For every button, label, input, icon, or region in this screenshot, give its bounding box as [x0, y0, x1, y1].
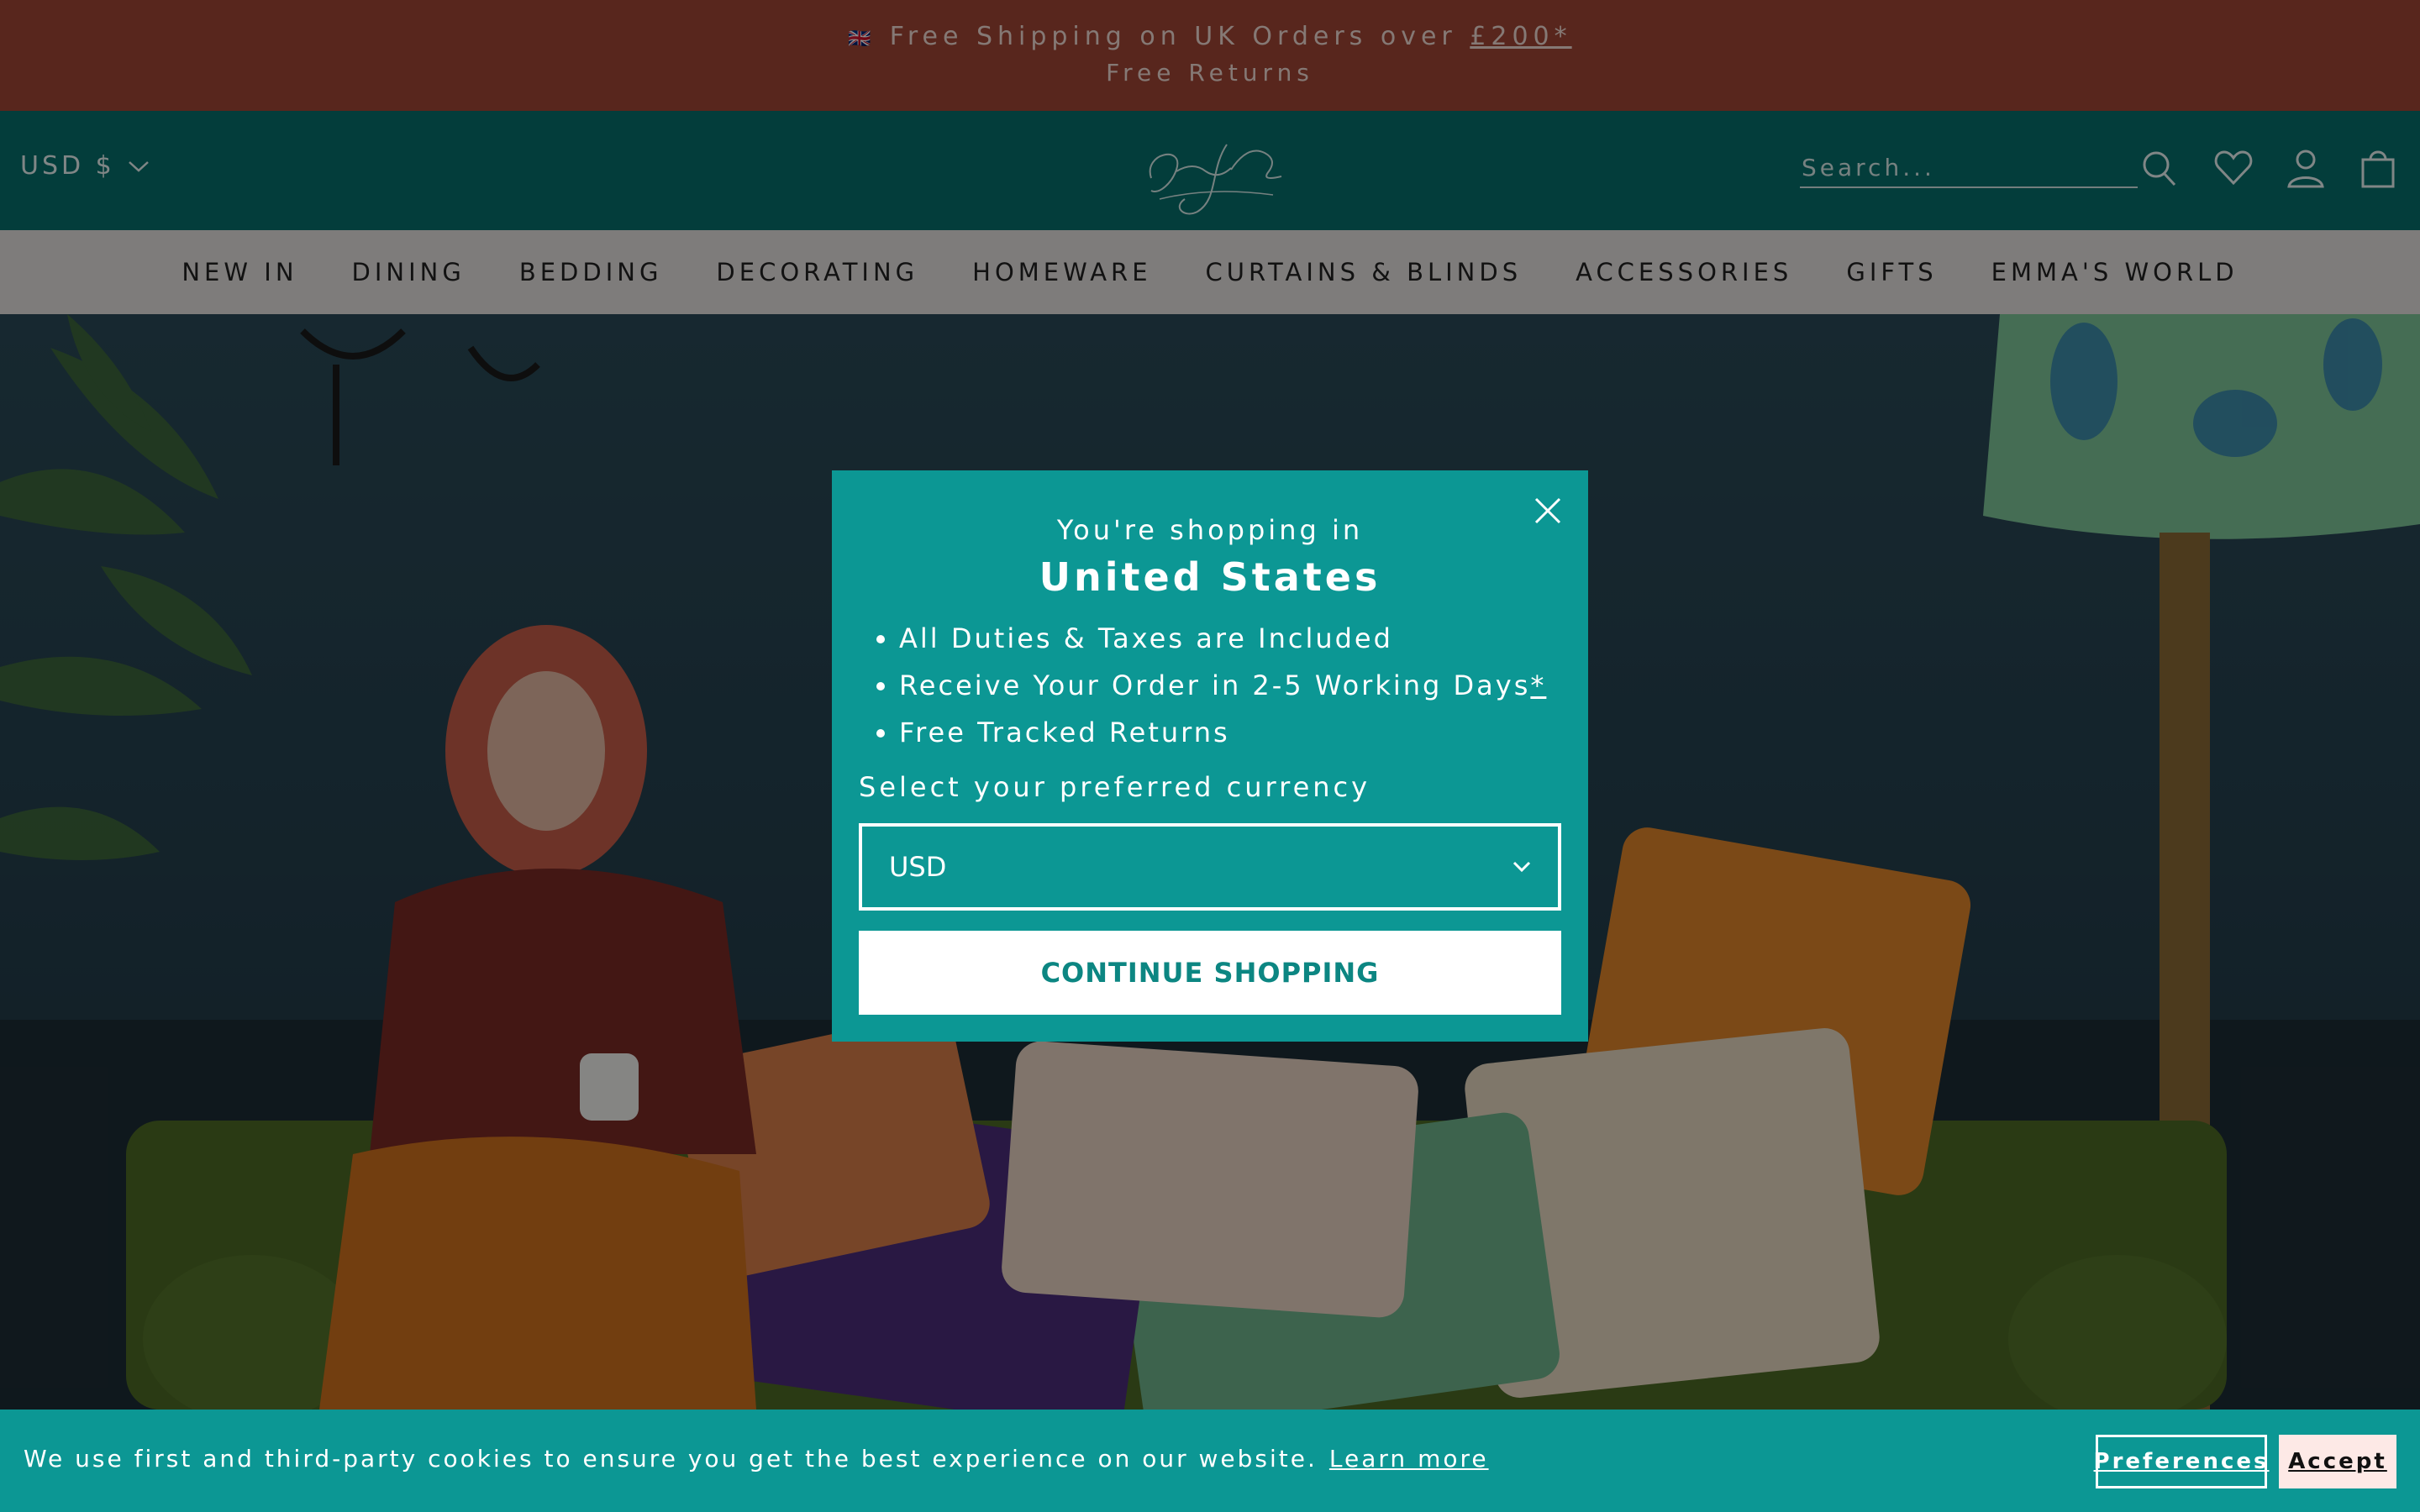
continue-shopping-button[interactable]: CONTINUE SHOPPING [859, 931, 1561, 1015]
cookie-preferences-button[interactable]: Preferences [2094, 1435, 2267, 1488]
cookie-message: We use first and third-party cookies to … [24, 1445, 1489, 1473]
chevron-down-icon [1512, 861, 1531, 873]
currency-prompt: Select your preferred currency [859, 771, 1371, 803]
delivery-footnote-link[interactable]: * [1530, 669, 1546, 701]
benefits-list: All Duties & Taxes are Included Receive … [865, 615, 1546, 756]
cookie-banner: We use first and third-party cookies to … [0, 1410, 2420, 1512]
benefit-item: Receive Your Order in 2-5 Working Days* [899, 662, 1546, 709]
currency-select-value: USD [889, 851, 947, 883]
modal-intro: You're shopping in [1056, 514, 1364, 546]
cookie-accept-button[interactable]: Accept [2279, 1435, 2396, 1488]
benefit-item: Free Tracked Returns [899, 709, 1546, 756]
learn-more-link[interactable]: Learn more [1329, 1445, 1489, 1473]
page: 🇬🇧 Free Shipping on UK Orders over £200* … [0, 0, 2420, 1512]
modal-country: United States [1039, 554, 1381, 600]
currency-select[interactable]: USD [859, 823, 1561, 911]
shopping-region-modal: You're shopping in United States All Dut… [832, 470, 1588, 1042]
benefit-item: All Duties & Taxes are Included [899, 615, 1546, 662]
